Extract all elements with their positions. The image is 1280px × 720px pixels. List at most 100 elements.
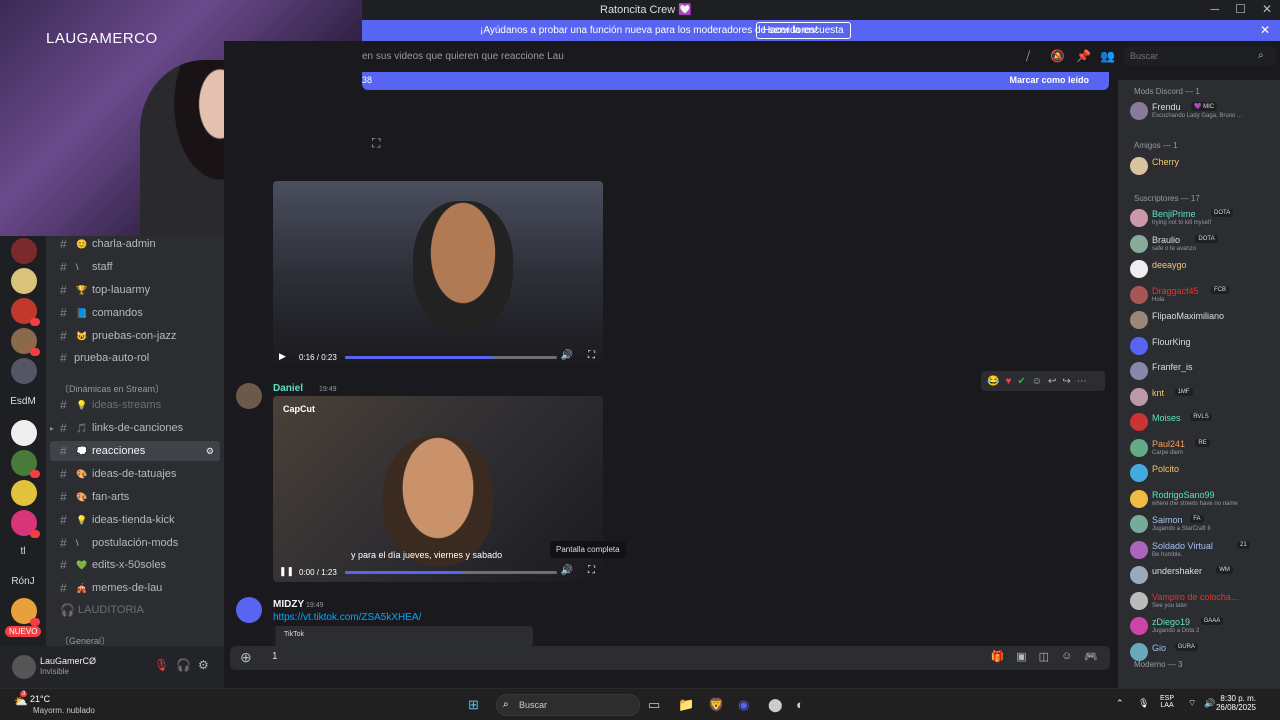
member-item[interactable]: Moises RVLS bbox=[1130, 411, 1278, 433]
new-messages-bar[interactable]: 38 Marcar como leído bbox=[362, 72, 1109, 90]
server-icon[interactable] bbox=[11, 598, 40, 626]
reaction-icon[interactable]: ✔ bbox=[1017, 376, 1025, 387]
emoji-icon[interactable]: ☺ bbox=[1061, 650, 1072, 663]
task-view-icon[interactable]: ▭ bbox=[648, 697, 660, 713]
link-embed[interactable]: TikTok bbox=[273, 626, 533, 646]
add-reaction-icon[interactable]: ☺ bbox=[1032, 376, 1042, 387]
fullscreen-icon[interactable]: ⛶ bbox=[588, 350, 595, 361]
server-icon[interactable] bbox=[11, 450, 40, 478]
server-label-ronj[interactable]: RónJ bbox=[0, 576, 46, 587]
weather-icon[interactable]: ⛅ bbox=[14, 695, 28, 708]
member-item[interactable]: Franfer_is bbox=[1130, 360, 1278, 382]
channel-ideas-de-tatuajes[interactable]: # 🎨 ideas-de-tatuajes bbox=[50, 464, 220, 484]
member-item[interactable]: zDiego19 GAAA Jugando a Dota 2 bbox=[1130, 615, 1278, 637]
server-icon[interactable] bbox=[11, 480, 37, 506]
member-item[interactable]: undershaker WM bbox=[1130, 564, 1278, 586]
brave-browser-icon[interactable]: 🦁 bbox=[708, 697, 724, 713]
sticker-icon[interactable]: ◫ bbox=[1039, 650, 1049, 663]
channel-charla-admin[interactable]: # 😊 charla-admin bbox=[50, 234, 220, 254]
maximize-icon[interactable]: ☐ bbox=[1235, 2, 1246, 16]
member-item[interactable]: Braulio DOTA safe o te avanzo bbox=[1130, 233, 1278, 255]
server-icon[interactable] bbox=[11, 358, 37, 384]
apps-icon[interactable]: 🎮 bbox=[1084, 650, 1098, 663]
member-item[interactable]: knt 1MF bbox=[1130, 386, 1278, 408]
channel-reacciones[interactable]: # 💭 reacciones ⚙ bbox=[50, 441, 220, 461]
mic-icon[interactable]: 🎙 bbox=[1138, 698, 1149, 709]
steam-icon[interactable]: ◐ bbox=[796, 697, 804, 712]
channel-ideas-streams[interactable]: # 💡 ideas-streams bbox=[50, 395, 220, 415]
member-item[interactable]: Cherry bbox=[1130, 155, 1278, 177]
volume-icon[interactable]: 🔊 bbox=[1204, 698, 1215, 709]
message-input[interactable]: 1 bbox=[272, 651, 278, 662]
volume-icon[interactable]: 🔊 bbox=[561, 565, 573, 576]
channel-top-lauarmy[interactable]: # 🏆 top-lauarmy bbox=[50, 280, 220, 300]
reply-icon[interactable]: ↩ bbox=[1048, 376, 1056, 387]
server-icon[interactable] bbox=[11, 420, 37, 446]
forward-icon[interactable]: ↪ bbox=[1062, 376, 1070, 387]
member-item[interactable]: Polcito bbox=[1130, 462, 1278, 484]
server-icon[interactable] bbox=[11, 268, 37, 294]
language-indicator[interactable]: ESP LAA bbox=[1160, 695, 1174, 709]
survey-button[interactable]: Hacer la encuesta bbox=[756, 22, 851, 39]
pin-icon[interactable]: 📌 bbox=[1076, 49, 1091, 63]
mark-as-read-button[interactable]: Marcar como leído bbox=[1009, 75, 1089, 85]
reaction-icon[interactable]: 😂 bbox=[987, 376, 999, 387]
avatar[interactable] bbox=[236, 597, 262, 623]
channel-postulacion-mods[interactable]: # \ postulación-mods bbox=[50, 533, 220, 553]
message-author[interactable]: MIDZY bbox=[273, 599, 304, 610]
video-embed[interactable]: ▶ 0:16 / 0:23 🔊 ⛶ bbox=[273, 181, 603, 367]
server-label-tl[interactable]: tl bbox=[0, 546, 46, 557]
member-item[interactable]: Draggacf45 FCB Hola bbox=[1130, 284, 1278, 306]
gif-icon[interactable]: ▣ bbox=[1016, 650, 1026, 663]
voice-channel-lauditoria[interactable]: 🎧 LAUDITORIA bbox=[50, 600, 220, 620]
threads-icon[interactable]: ⧸ bbox=[1026, 49, 1030, 64]
reaction-icon[interactable]: ♥ bbox=[1005, 376, 1011, 387]
member-item[interactable]: RodrigoSano99 where the streets have no n… bbox=[1130, 488, 1278, 510]
server-icon[interactable] bbox=[11, 298, 40, 326]
play-icon[interactable]: ▶ bbox=[279, 351, 286, 362]
minimize-icon[interactable]: ─ bbox=[1211, 2, 1220, 16]
clock[interactable]: 8:30 p. m. 26/08/2025 bbox=[1216, 694, 1256, 712]
add-attachment-icon[interactable]: ⊕ bbox=[240, 649, 252, 666]
channel-fan-arts[interactable]: # 🎨 fan-arts bbox=[50, 487, 220, 507]
channel-staff[interactable]: # \ staff bbox=[50, 257, 220, 277]
server-label-esdm[interactable]: EsdM bbox=[0, 396, 46, 407]
file-explorer-icon[interactable]: 📁 bbox=[678, 697, 694, 713]
banner-close-icon[interactable]: ✕ bbox=[1260, 23, 1270, 37]
gift-icon[interactable]: 🎁 bbox=[991, 650, 1005, 663]
fullscreen-icon[interactable]: ⛶ bbox=[372, 136, 380, 151]
members-icon[interactable]: 👥 bbox=[1100, 49, 1115, 63]
search-input[interactable] bbox=[1124, 47, 1276, 65]
channel-links-de-canciones[interactable]: ▸ # 🎵 links-de-canciones bbox=[50, 418, 220, 438]
channel-comandos[interactable]: # 📘 comandos bbox=[50, 303, 220, 323]
channel-ideas-tienda-kick[interactable]: # 💡 ideas-tienda-kick bbox=[50, 510, 220, 530]
channel-edits-x-50soles[interactable]: # 💚 edits-x-50soles bbox=[50, 555, 220, 575]
wifi-icon[interactable]: ⌔ bbox=[1188, 698, 1196, 709]
avatar[interactable] bbox=[236, 383, 262, 409]
taskbar-search[interactable]: ⌕ Buscar bbox=[496, 694, 640, 716]
server-icon[interactable] bbox=[11, 238, 37, 264]
settings-gear-icon[interactable]: ⚙ bbox=[206, 446, 214, 457]
member-item[interactable]: Vampiro de colocha... See you later bbox=[1130, 590, 1278, 612]
server-icon[interactable] bbox=[11, 328, 40, 356]
start-icon[interactable]: ⊞ bbox=[468, 697, 479, 713]
close-icon[interactable]: ✕ bbox=[1262, 2, 1272, 16]
category-dinamicas[interactable]: 〔Dinámicas en Stream〕 bbox=[60, 382, 164, 395]
member-item[interactable]: FlourKing bbox=[1130, 335, 1278, 357]
channel-memes-de-lau[interactable]: # 🎪 memes-de-lau bbox=[50, 578, 220, 598]
member-item[interactable]: Paul241 RE Carpe diem bbox=[1130, 437, 1278, 459]
video-progress[interactable] bbox=[345, 356, 557, 359]
avatar[interactable] bbox=[12, 655, 36, 679]
channel-pruebas-con-jazz[interactable]: # 😺 pruebas-con-jazz bbox=[50, 326, 220, 346]
user-settings-gear-icon[interactable]: ⚙ bbox=[198, 658, 209, 672]
discord-icon[interactable]: ◉ bbox=[738, 697, 749, 713]
member-item[interactable]: Frendu Escuchando Lady Gaga, Bruno ... 💜 M… bbox=[1130, 100, 1278, 122]
more-icon[interactable]: ⋯ bbox=[1077, 376, 1087, 387]
pause-icon[interactable]: ❚❚ bbox=[279, 566, 294, 577]
headphones-muted-icon[interactable]: 🎧 bbox=[176, 658, 191, 672]
obs-icon[interactable]: ⬤ bbox=[768, 697, 783, 713]
chevron-up-icon[interactable]: ⌃ bbox=[1116, 698, 1124, 709]
weather-temp[interactable]: 21°C bbox=[30, 694, 50, 704]
member-item[interactable]: Soldado Virtual 21 Be humble. bbox=[1130, 539, 1278, 561]
member-item[interactable]: Saimon FA Jugando a StarCraft II bbox=[1130, 513, 1278, 535]
